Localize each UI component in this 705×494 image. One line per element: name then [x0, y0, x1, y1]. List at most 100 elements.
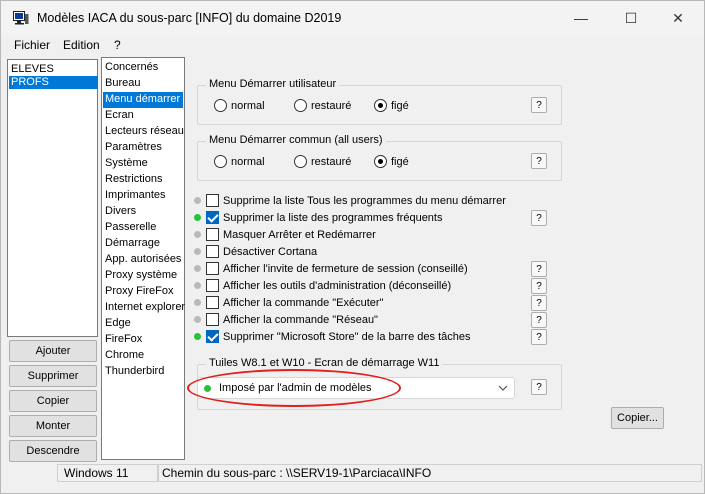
groups-list[interactable]: ELEVES PROFS	[7, 59, 98, 337]
tiles-dropdown-value: Imposé par l'admin de modèles	[219, 382, 372, 394]
common-radio-restaure[interactable]: restauré	[294, 155, 351, 168]
radio-label: normal	[231, 155, 265, 168]
category-item[interactable]: Démarrage	[103, 236, 183, 252]
group-item-eleves[interactable]: ELEVES	[9, 63, 98, 76]
category-item[interactable]: Système	[103, 156, 183, 172]
option-row[interactable]: Supprimer "Microsoft Store" de la barre …	[194, 328, 470, 345]
option-label: Supprimer "Microsoft Store" de la barre …	[223, 330, 471, 343]
user-radio-fige[interactable]: figé	[374, 99, 409, 112]
help-button[interactable]: ?	[531, 278, 547, 294]
category-item-selected[interactable]: Menu démarrer	[103, 92, 183, 108]
menu-help[interactable]: ?	[114, 38, 121, 52]
category-item[interactable]: Divers	[103, 204, 183, 220]
checkbox[interactable]	[206, 228, 219, 241]
option-row[interactable]: Afficher l'invite de fermeture de sessio…	[194, 260, 468, 277]
close-button[interactable]: ✕	[655, 1, 701, 35]
category-item[interactable]: Concernés	[103, 60, 183, 76]
move-down-button[interactable]: Descendre	[9, 440, 97, 462]
category-item[interactable]: Thunderbird	[103, 364, 183, 380]
maximize-icon: ☐	[624, 9, 638, 26]
option-row[interactable]: Afficher les outils d'administration (dé…	[194, 277, 451, 294]
radio-label: figé	[391, 99, 409, 112]
category-item[interactable]: Proxy système	[103, 268, 183, 284]
status-path-text: Chemin du sous-parc : \\SERV19-1\Parciac…	[162, 466, 432, 480]
category-item[interactable]: Chrome	[103, 348, 183, 364]
menu-edition[interactable]: Edition	[63, 38, 100, 52]
option-label: Afficher la commande "Réseau"	[223, 313, 378, 326]
category-item[interactable]: App. autorisées	[103, 252, 183, 268]
minimize-button[interactable]: —	[558, 1, 604, 35]
status-dot-icon	[194, 248, 201, 255]
tiles-dropdown[interactable]: Imposé par l'admin de modèles	[197, 377, 515, 399]
category-list[interactable]: Concernés Bureau Menu démarrer Ecran Lec…	[101, 57, 185, 460]
option-label: Afficher la commande "Exécuter"	[223, 296, 384, 309]
help-button[interactable]: ?	[531, 261, 547, 277]
close-icon: ✕	[672, 9, 684, 26]
option-label: Supprime la liste Tous les programmes du…	[223, 194, 506, 207]
option-row[interactable]: Afficher la commande "Réseau"	[194, 311, 378, 328]
status-path: Chemin du sous-parc : \\SERV19-1\Parciac…	[157, 464, 702, 482]
checkbox[interactable]	[206, 245, 219, 258]
checkbox[interactable]	[206, 262, 219, 275]
category-item[interactable]: Internet explorer	[103, 300, 185, 316]
category-item[interactable]: Proxy FireFox	[103, 284, 183, 300]
copy-to-button[interactable]: Copier...	[611, 407, 664, 429]
user-start-menu-title: Menu Démarrer utilisateur	[206, 78, 340, 90]
help-button[interactable]: ?	[531, 329, 547, 345]
title-bar: Modèles IACA du sous-parc [INFO] du doma…	[1, 1, 704, 35]
checkbox[interactable]	[206, 296, 219, 309]
radio-icon	[214, 99, 227, 112]
status-bar: Windows 11 Chemin du sous-parc : \\SERV1…	[1, 464, 704, 484]
common-radio-normal[interactable]: normal	[214, 155, 265, 168]
help-button[interactable]: ?	[531, 312, 547, 328]
category-item[interactable]: Imprimantes	[103, 188, 183, 204]
help-button[interactable]: ?	[531, 97, 547, 113]
user-radio-normal[interactable]: normal	[214, 99, 265, 112]
checkbox[interactable]	[206, 330, 219, 343]
status-dot-icon	[194, 316, 201, 323]
category-item[interactable]: Paramètres	[103, 140, 183, 156]
common-radio-fige[interactable]: figé	[374, 155, 409, 168]
radio-label: normal	[231, 99, 265, 112]
status-dot-icon	[194, 214, 201, 221]
category-item[interactable]: Edge	[103, 316, 183, 332]
radio-icon	[374, 155, 387, 168]
user-radio-restaure[interactable]: restauré	[294, 99, 351, 112]
checkbox[interactable]	[206, 313, 219, 326]
option-row[interactable]: Désactiver Cortana	[194, 243, 317, 260]
help-button[interactable]: ?	[531, 210, 547, 226]
status-dot-icon	[194, 282, 201, 289]
status-dot-icon	[194, 299, 201, 306]
help-button[interactable]: ?	[531, 295, 547, 311]
maximize-button[interactable]: ☐	[608, 1, 654, 35]
category-item[interactable]: Ecran	[103, 108, 183, 124]
help-button[interactable]: ?	[531, 379, 547, 395]
option-row[interactable]: Supprimer la liste des programmes fréque…	[194, 209, 442, 226]
option-row[interactable]: Supprime la liste Tous les programmes du…	[194, 192, 506, 209]
status-os: Windows 11	[57, 464, 159, 482]
category-item[interactable]: Bureau	[103, 76, 183, 92]
group-item-profs[interactable]: PROFS	[9, 76, 98, 89]
menu-fichier[interactable]: Fichier	[14, 38, 50, 52]
option-row[interactable]: Afficher la commande "Exécuter"	[194, 294, 383, 311]
add-button[interactable]: Ajouter	[9, 340, 97, 362]
move-up-button[interactable]: Monter	[9, 415, 97, 437]
checkbox[interactable]	[206, 211, 219, 224]
category-item[interactable]: Restrictions	[103, 172, 183, 188]
minimize-icon: —	[574, 10, 588, 26]
option-label: Désactiver Cortana	[223, 245, 318, 258]
category-item[interactable]: FireFox	[103, 332, 183, 348]
help-button[interactable]: ?	[531, 153, 547, 169]
remove-button[interactable]: Supprimer	[9, 365, 97, 387]
option-row[interactable]: Masquer Arrêter et Redémarrer	[194, 226, 376, 243]
copy-button[interactable]: Copier	[9, 390, 97, 412]
status-dot-icon	[194, 197, 201, 204]
radio-label: restauré	[311, 155, 352, 168]
checkbox[interactable]	[206, 279, 219, 292]
category-item[interactable]: Passerelle	[103, 220, 183, 236]
common-start-menu-title: Menu Démarrer commun (all users)	[206, 134, 386, 146]
category-item[interactable]: Lecteurs réseau	[103, 124, 184, 140]
checkbox[interactable]	[206, 194, 219, 207]
status-dot-icon	[194, 333, 201, 340]
status-dot-icon	[194, 265, 201, 272]
